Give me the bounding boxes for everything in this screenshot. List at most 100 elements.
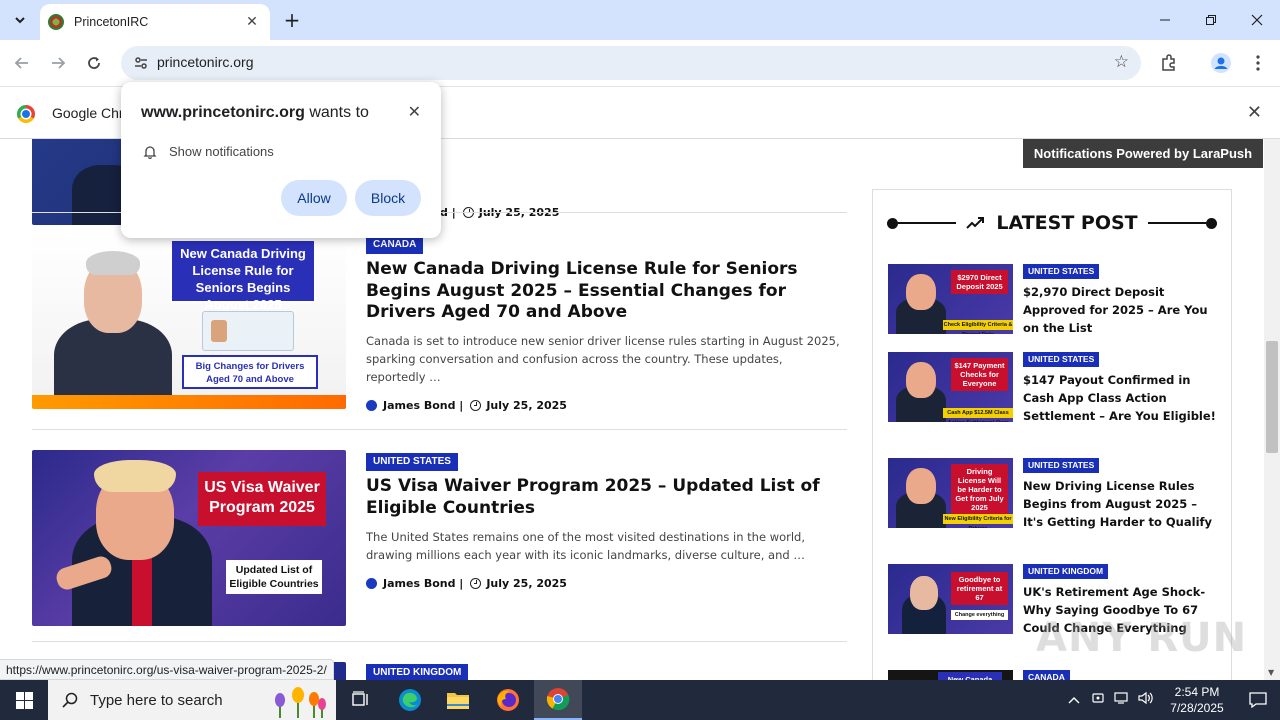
- article-divider: [32, 641, 847, 642]
- back-button[interactable]: [9, 50, 35, 76]
- article-meta: James Bond | July 25, 2025: [366, 397, 567, 413]
- block-button[interactable]: Block: [355, 180, 421, 216]
- tray-device-icon[interactable]: [1086, 691, 1110, 709]
- thumbnail-strip: New Eligibility Criteria for Drivers: [943, 514, 1013, 528]
- reload-button[interactable]: [81, 50, 107, 76]
- article-date: July 25, 2025: [486, 398, 567, 412]
- profile-avatar-icon: [1211, 53, 1231, 73]
- tray-chevron-up-icon[interactable]: [1062, 693, 1086, 708]
- permission-label: Show notifications: [169, 144, 274, 159]
- category-badge[interactable]: UNITED STATES: [1023, 264, 1100, 279]
- url-text: princetonirc.org: [157, 54, 254, 70]
- verified-icon: [366, 399, 377, 411]
- infobar-close-icon[interactable]: ✕: [1247, 102, 1262, 123]
- permission-wants-to: wants to: [304, 104, 369, 121]
- page-scrollbar[interactable]: ▼: [1264, 139, 1280, 680]
- latest-post-thumbnail[interactable]: New Canada Driving: [888, 670, 1013, 680]
- network-icon[interactable]: [1110, 691, 1134, 709]
- latest-post-thumbnail[interactable]: Driving License Will be Harder to Get fr…: [888, 458, 1013, 528]
- heading-line: [898, 222, 957, 224]
- latest-post-thumbnail[interactable]: Goodbye to retirement at 67 Change every…: [888, 564, 1013, 634]
- minimize-button[interactable]: [1142, 0, 1188, 40]
- article-title[interactable]: US Visa Waiver Program 2025 – Updated Li…: [366, 476, 846, 519]
- tab-title: PrincetonIRC: [74, 15, 149, 29]
- scrollbar-thumb[interactable]: [1266, 341, 1278, 453]
- firefox-icon: [497, 689, 519, 711]
- chrome-icon: [546, 688, 570, 711]
- site-favicon-icon: [48, 14, 64, 30]
- taskbar-search-box[interactable]: Type here to search: [48, 680, 336, 720]
- taskbar-chrome[interactable]: [534, 680, 582, 720]
- permission-site: www.princetonirc.org: [141, 104, 305, 121]
- arrow-left-icon: [14, 57, 28, 69]
- heading-line: [1147, 222, 1207, 224]
- latest-post-title[interactable]: $147 Payout Confirmed in Cash App Class …: [1023, 371, 1221, 425]
- allow-button[interactable]: Allow: [281, 180, 347, 216]
- task-view-button[interactable]: [336, 680, 384, 720]
- category-badge[interactable]: UNITED KINGDOM: [366, 664, 469, 680]
- latest-post-title[interactable]: New Driving License Rules Begins from Au…: [1023, 477, 1221, 531]
- profile-button[interactable]: [1210, 52, 1232, 74]
- latest-post-title[interactable]: $2,970 Direct Deposit Approved for 2025 …: [1023, 283, 1221, 337]
- extensions-button[interactable]: [1158, 52, 1180, 74]
- permission-title: www.princetonirc.org wants to: [141, 104, 369, 122]
- bell-icon: [143, 145, 157, 159]
- sidebar-heading-text: LATEST POST: [996, 212, 1138, 234]
- category-badge[interactable]: UNITED STATES: [1023, 352, 1100, 367]
- scroll-down-arrow-icon[interactable]: ▼: [1268, 668, 1274, 677]
- minimize-icon: [1160, 19, 1170, 21]
- volume-icon[interactable]: [1134, 691, 1158, 709]
- article-date: July 25, 2025: [486, 576, 567, 590]
- latest-post-thumbnail[interactable]: $147 Payment Checks for Everyone Cash Ap…: [888, 352, 1013, 422]
- taskbar-edge[interactable]: [386, 680, 434, 720]
- windows-logo-icon: [15, 691, 33, 709]
- permission-row: Show notifications: [143, 144, 274, 159]
- category-badge[interactable]: UNITED KINGDOM: [1023, 564, 1109, 579]
- taskbar-search-placeholder: Type here to search: [90, 691, 223, 709]
- category-badge[interactable]: UNITED STATES: [366, 453, 458, 471]
- bookmark-star-icon[interactable]: ☆: [1114, 52, 1129, 72]
- tab-close-icon[interactable]: ✕: [242, 14, 262, 30]
- popup-close-icon[interactable]: ✕: [408, 102, 421, 121]
- article-author[interactable]: James Bond |: [383, 577, 463, 590]
- trending-up-icon: [966, 214, 985, 233]
- address-bar[interactable]: princetonirc.org ☆: [121, 46, 1141, 80]
- site-info-button[interactable]: [129, 51, 153, 75]
- article-title[interactable]: New Canada Driving License Rule for Seni…: [366, 259, 846, 324]
- clock-icon: [470, 577, 482, 589]
- notification-center-button[interactable]: [1236, 680, 1280, 720]
- category-badge[interactable]: UNITED STATES: [1023, 458, 1100, 473]
- taskbar-firefox[interactable]: [484, 680, 532, 720]
- article-author[interactable]: James Bond |: [383, 399, 463, 412]
- larapush-banner[interactable]: Notifications Powered by LaraPush: [1023, 139, 1263, 168]
- close-icon: [1251, 14, 1263, 26]
- start-button[interactable]: [0, 680, 48, 720]
- category-badge[interactable]: CANADA: [366, 236, 424, 254]
- article-thumbnail[interactable]: New Canada Driving License Rule for Seni…: [32, 233, 346, 409]
- article-thumbnail[interactable]: US Visa Waiver Program 2025 Updated List…: [32, 450, 346, 626]
- heading-dot-right: [1206, 217, 1218, 229]
- article-divider: [32, 429, 847, 430]
- search-icon: [62, 692, 78, 708]
- category-badge[interactable]: CANADA: [1023, 670, 1070, 680]
- tab-search-button[interactable]: [6, 7, 34, 33]
- thumbnail-strip: Change everything: [951, 610, 1008, 620]
- restore-button[interactable]: [1188, 0, 1234, 40]
- menu-button[interactable]: [1247, 52, 1269, 74]
- thumbnail-subheading: Updated List of Eligible Countries: [226, 560, 322, 594]
- taskbar-file-explorer[interactable]: [434, 680, 482, 720]
- browser-toolbar: princetonirc.org ☆: [0, 40, 1280, 86]
- close-window-button[interactable]: [1234, 0, 1280, 40]
- thumbnail-tag: Driving License Will be Harder to Get fr…: [951, 464, 1008, 515]
- arrow-right-icon: [52, 57, 66, 69]
- latest-post-thumbnail[interactable]: $2970 Direct Deposit 2025 Check Eligibil…: [888, 264, 1013, 334]
- forward-button[interactable]: [45, 50, 71, 76]
- taskbar-clock[interactable]: 2:54 PM 7/28/2025: [1158, 684, 1236, 716]
- task-view-icon: [352, 691, 368, 706]
- thumbnail-tag: New Canada Driving: [938, 672, 1002, 680]
- new-tab-button[interactable]: +: [280, 8, 304, 32]
- notification-permission-popup: www.princetonirc.org wants to ✕ Show not…: [121, 82, 441, 238]
- browser-tab[interactable]: PrincetonIRC ✕: [40, 4, 270, 40]
- article-card: US Visa Waiver Program 2025 Updated List…: [32, 450, 847, 626]
- tab-strip: PrincetonIRC ✕ +: [0, 0, 1280, 40]
